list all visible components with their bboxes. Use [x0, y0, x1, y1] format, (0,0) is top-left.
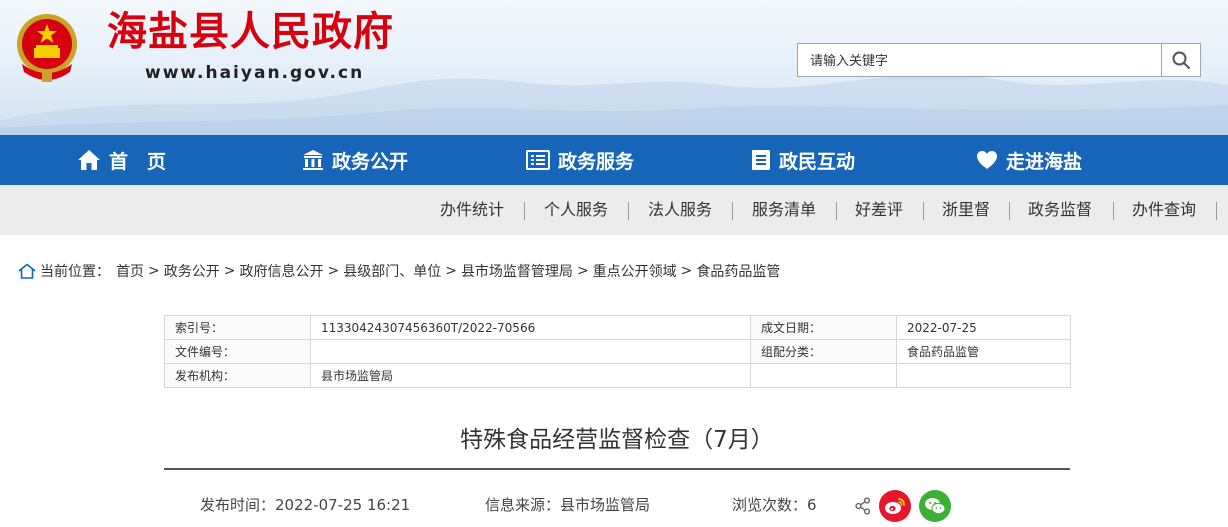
breadcrumb-separator: >: [576, 263, 589, 279]
issuer-value: 县市场监管局: [310, 363, 751, 388]
search-button[interactable]: [1161, 44, 1200, 76]
sub-nav-item-statistics[interactable]: 办件统计: [440, 185, 504, 235]
nav-item-interaction[interactable]: 政民互动: [751, 135, 855, 185]
breadcrumb-separator: >: [223, 263, 236, 279]
empty-cell: [750, 363, 897, 388]
sub-nav-item-supervision[interactable]: 政务监督: [1028, 185, 1092, 235]
site-title[interactable]: 海盐县人民政府: [107, 12, 394, 52]
table-row: 文件编号： 组配分类： 食品药品监管: [164, 339, 1071, 364]
breadcrumb-separator: >: [148, 263, 160, 279]
breadcrumb-item-county-departments[interactable]: 县级部门、单位: [343, 261, 441, 281]
share-icon: [855, 497, 871, 515]
sub-nav: 办件统计 个人服务 法人服务 服务清单 好差评 浙里督 政务监督 办件查询: [0, 185, 1228, 235]
file-number-label: 文件编号：: [164, 339, 311, 364]
sub-nav-divider: [524, 202, 525, 220]
issuer-label: 发布机构：: [164, 363, 311, 388]
home-icon: [78, 150, 100, 170]
sub-nav-item-personal[interactable]: 个人服务: [544, 185, 608, 235]
search-icon: [1172, 51, 1190, 69]
breadcrumb-item-government-affairs[interactable]: 政务公开: [164, 261, 220, 281]
main-nav: 首 页 政务公开 政务服务 政民互动 走进海盐: [0, 135, 1228, 185]
breadcrumb-item-food-drug[interactable]: 食品药品监管: [696, 261, 780, 281]
search-box: [797, 43, 1201, 77]
nav-item-label: 首 页: [109, 150, 167, 173]
national-emblem-icon: [17, 14, 77, 82]
table-row: 索引号： 11330424307456360T/2022-70566 成文日期：…: [164, 315, 1071, 340]
empty-cell: [896, 363, 1071, 388]
home-outline-icon: [18, 263, 36, 279]
sub-nav-divider: [1216, 202, 1217, 220]
index-value: 11330424307456360T/2022-70566: [310, 315, 751, 340]
sub-nav-item-query[interactable]: 办件查询: [1132, 185, 1196, 235]
document-icon: [752, 150, 770, 170]
sub-nav-item-rating[interactable]: 好差评: [855, 185, 903, 235]
list-icon: [526, 150, 550, 170]
site-url[interactable]: www.haiyan.gov.cn: [145, 63, 364, 83]
nav-item-label: 政民互动: [779, 150, 856, 173]
nav-item-label: 政务公开: [332, 150, 409, 173]
title-divider: [164, 468, 1070, 470]
breadcrumb-separator: >: [327, 263, 340, 279]
breadcrumb-item-home[interactable]: 首页: [116, 261, 144, 281]
table-row: 发布机构： 县市场监管局: [164, 363, 1071, 388]
breadcrumb-separator: >: [445, 263, 457, 279]
sub-nav-divider: [732, 202, 733, 220]
sub-nav-divider: [923, 202, 924, 220]
breadcrumb-label: 当前位置：: [40, 264, 110, 280]
breadcrumb-item-key-areas[interactable]: 重点公开领域: [593, 261, 677, 281]
nav-item-label: 政务服务: [558, 150, 635, 173]
breadcrumb: 当前位置： 首页 > 政务公开 > 政府信息公开 > 县级部门、单位 > 县市场…: [18, 259, 780, 283]
date-label: 成文日期：: [750, 315, 897, 340]
sub-nav-item-service-list[interactable]: 服务清单: [752, 185, 816, 235]
wechat-icon: [925, 498, 946, 515]
sub-nav-item-zheli-du[interactable]: 浙里督: [942, 185, 990, 235]
share-weibo-button[interactable]: [879, 490, 911, 522]
heart-icon: [977, 151, 997, 169]
article-title: 特殊食品经营监督检查（7月）: [460, 427, 774, 453]
nav-item-government-affairs[interactable]: 政务公开: [302, 135, 408, 185]
sub-nav-divider: [836, 202, 837, 220]
category-value: 食品药品监管: [896, 339, 1071, 364]
search-input[interactable]: [798, 44, 1162, 76]
breadcrumb-separator: >: [680, 263, 693, 279]
nav-item-government-services[interactable]: 政务服务: [526, 135, 634, 185]
category-label: 组配分类：: [750, 339, 897, 364]
breadcrumb-item-market-bureau[interactable]: 县市场监督管理局: [461, 261, 573, 281]
share-wechat-button[interactable]: [919, 490, 951, 522]
view-count: 浏览次数：6: [732, 496, 817, 514]
sub-nav-divider: [628, 202, 629, 220]
publish-time: 发布时间：2022-07-25 16:21: [200, 496, 411, 514]
site-header: 海盐县人民政府 www.haiyan.gov.cn: [0, 0, 1228, 135]
index-label: 索引号：: [164, 315, 311, 340]
breadcrumb-item-info-disclosure[interactable]: 政府信息公开: [239, 261, 323, 281]
info-source: 信息来源：县市场监管局: [485, 496, 651, 514]
building-icon: [303, 150, 323, 170]
document-info-table: 索引号： 11330424307456360T/2022-70566 成文日期：…: [164, 315, 1071, 388]
weibo-icon: [885, 498, 905, 514]
nav-item-label: 走进海盐: [1006, 150, 1083, 173]
date-value: 2022-07-25: [896, 315, 1071, 340]
sub-nav-divider: [1113, 202, 1114, 220]
sub-nav-divider: [1009, 202, 1010, 220]
nav-item-about-haiyan[interactable]: 走进海盐: [976, 135, 1082, 185]
sub-nav-item-corporate[interactable]: 法人服务: [648, 185, 712, 235]
nav-item-home[interactable]: 首 页: [77, 135, 166, 185]
file-number-value: [310, 339, 751, 364]
